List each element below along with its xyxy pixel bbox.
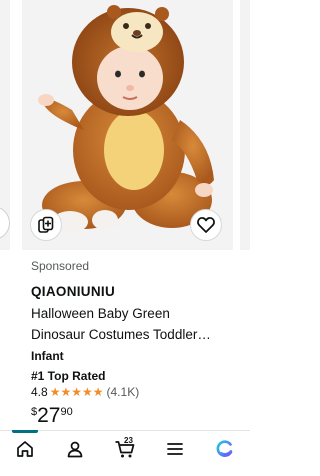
heart-icon (197, 217, 215, 233)
nav-cart[interactable]: 23 (109, 436, 141, 462)
top-rated-badge: #1 Top Rated (31, 369, 106, 383)
product-title-line-2: Dinosaur Costumes Toddler… (31, 327, 211, 342)
star-rating: ★ ★ ★ ★ ★ (50, 385, 104, 399)
nav-assistant[interactable] (209, 436, 241, 462)
previous-card-edge (0, 206, 10, 240)
compare-icon (38, 216, 54, 233)
product-title-line-1: Halloween Baby Green (31, 306, 170, 321)
price: $ 27 90 (31, 405, 250, 426)
price-fraction: 90 (60, 406, 73, 418)
brand-name: QIAONIUNIU (31, 284, 115, 299)
nav-menu[interactable] (159, 436, 191, 462)
account-icon (67, 441, 83, 458)
wishlist-button[interactable] (190, 209, 222, 241)
bottom-nav-bar: 23 (0, 430, 250, 476)
sponsored-label: Sponsored (31, 259, 90, 273)
review-count: (4.1K) (106, 385, 140, 399)
nav-account[interactable] (59, 436, 91, 462)
next-card-peek[interactable] (240, 0, 250, 250)
cart-count-badge: 23 (124, 436, 133, 445)
product-title[interactable]: Halloween Baby Green Dinosaur Costumes T… (31, 303, 231, 345)
menu-icon (167, 443, 183, 455)
home-icon (17, 441, 33, 457)
rating-value: 4.8 (31, 385, 48, 399)
price-whole: 27 (37, 404, 61, 427)
product-details[interactable]: Sponsored QIAONIUNIU Halloween Baby Gree… (31, 256, 250, 426)
assistant-icon (216, 440, 233, 457)
star-icon: ★ (81, 385, 93, 399)
previous-card-peek[interactable] (0, 0, 10, 250)
star-icon: ★ (92, 385, 104, 399)
star-icon: ★ (60, 385, 72, 399)
compare-button[interactable] (30, 209, 62, 241)
star-icon: ★ (71, 385, 82, 399)
variant-label: Infant (31, 349, 64, 363)
star-icon: ★ (49, 385, 61, 399)
nav-home[interactable] (9, 430, 41, 462)
product-image-carousel[interactable] (0, 0, 250, 250)
rating-row[interactable]: 4.8 ★ ★ ★ ★ ★ (4.1K) (31, 384, 250, 400)
